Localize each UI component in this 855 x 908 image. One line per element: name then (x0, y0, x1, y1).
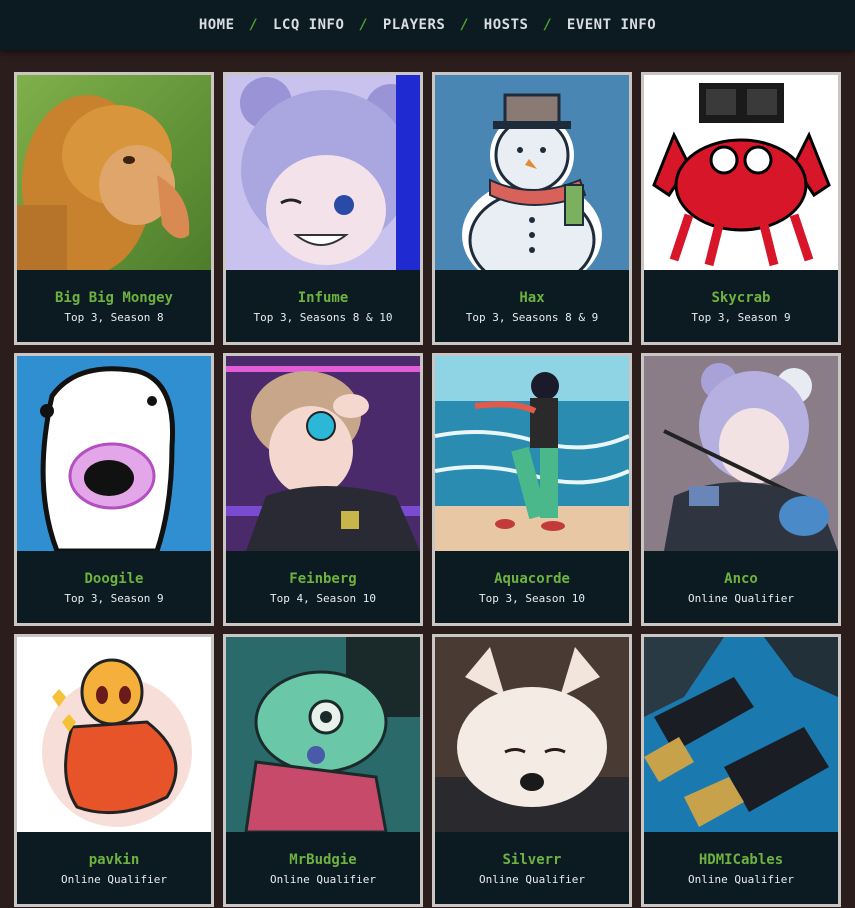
player-card[interactable]: Aquacorde Top 3, Season 10 (432, 353, 632, 626)
player-info: Infume Top 3, Seasons 8 & 10 (226, 270, 420, 342)
white-dog-photo (435, 637, 629, 832)
player-info: Hax Top 3, Seasons 8 & 9 (435, 270, 629, 342)
player-info: Doogile Top 3, Season 9 (17, 551, 211, 623)
player-avatar (435, 356, 629, 551)
player-info: pavkin Online Qualifier (17, 832, 211, 904)
player-achievement: Online Qualifier (688, 873, 794, 886)
player-achievement: Online Qualifier (61, 873, 167, 886)
proboscis-monkey-photo (17, 75, 211, 270)
pixel-crab-sunglasses (644, 75, 838, 270)
player-name: Aquacorde (494, 571, 570, 587)
doodle-face-drawing (17, 356, 211, 551)
player-info: Anco Online Qualifier (644, 551, 838, 623)
player-name: Anco (724, 571, 758, 587)
player-name: Hax (519, 290, 545, 306)
player-card[interactable]: Skycrab Top 3, Season 9 (641, 72, 841, 345)
hdmi-cables-photo (644, 637, 838, 832)
player-info: Silverr Online Qualifier (435, 832, 629, 904)
nav-hosts-link[interactable]: HOSTS (482, 17, 531, 33)
nav-separator: / (359, 17, 368, 33)
orange-bird-drawing (17, 637, 211, 832)
player-avatar (226, 356, 420, 551)
nav-players-link[interactable]: PLAYERS (381, 17, 448, 33)
player-achievement: Top 3, Season 9 (64, 592, 164, 605)
nav-home-link[interactable]: HOME (197, 17, 237, 33)
player-name: pavkin (88, 852, 140, 868)
anime-glitch-art (226, 356, 420, 551)
player-info: MrBudgie Online Qualifier (226, 832, 420, 904)
player-achievement: Top 3, Season 8 (64, 311, 164, 324)
player-name: MrBudgie (289, 852, 357, 868)
player-achievement: Top 3, Seasons 8 & 10 (253, 311, 393, 324)
green-bird-drawing (226, 637, 420, 832)
player-avatar (435, 75, 629, 270)
player-achievement: Top 4, Season 10 (270, 592, 376, 605)
player-card[interactable]: pavkin Online Qualifier (14, 634, 214, 907)
nav-lcq-info-link[interactable]: LCQ INFO (271, 17, 346, 33)
player-avatar (226, 75, 420, 270)
player-info: Big Big Mongey Top 3, Season 8 (17, 270, 211, 342)
player-info: Aquacorde Top 3, Season 10 (435, 551, 629, 623)
player-card[interactable]: Infume Top 3, Seasons 8 & 10 (223, 72, 423, 345)
player-name: Big Big Mongey (54, 290, 173, 306)
player-achievement: Online Qualifier (688, 592, 794, 605)
player-name: Doogile (84, 571, 144, 587)
anime-violinist-art (644, 356, 838, 551)
player-grid: Big Big Mongey Top 3, Season 8 Infume To… (14, 72, 841, 907)
nav-separator: / (460, 17, 469, 33)
player-avatar (17, 75, 211, 270)
player-achievement: Top 3, Season 10 (479, 592, 585, 605)
player-avatar (644, 75, 838, 270)
anime-bear-girl-art (226, 75, 420, 270)
beach-walker-art (435, 356, 629, 551)
player-card[interactable]: HDMICables Online Qualifier (641, 634, 841, 907)
player-card[interactable]: Big Big Mongey Top 3, Season 8 (14, 72, 214, 345)
player-avatar (644, 637, 838, 832)
player-name: Infume (297, 290, 349, 306)
player-avatar (226, 637, 420, 832)
snowman-icon (435, 75, 629, 270)
nav-event-info-link[interactable]: EVENT INFO (565, 17, 658, 33)
player-info: HDMICables Online Qualifier (644, 832, 838, 904)
player-card[interactable]: Anco Online Qualifier (641, 353, 841, 626)
player-info: Feinberg Top 4, Season 10 (226, 551, 420, 623)
player-card[interactable]: Hax Top 3, Seasons 8 & 9 (432, 72, 632, 345)
player-achievement: Top 3, Seasons 8 & 9 (465, 311, 599, 324)
nav-separator: / (249, 17, 258, 33)
player-name: Silverr (502, 852, 562, 868)
player-info: Skycrab Top 3, Season 9 (644, 270, 838, 342)
top-navigation: HOME / LCQ INFO / PLAYERS / HOSTS / EVEN… (0, 0, 855, 50)
player-achievement: Online Qualifier (479, 873, 585, 886)
player-name: HDMICables (698, 852, 784, 868)
player-card[interactable]: Silverr Online Qualifier (432, 634, 632, 907)
player-card[interactable]: MrBudgie Online Qualifier (223, 634, 423, 907)
player-avatar (644, 356, 838, 551)
player-achievement: Top 3, Season 9 (691, 311, 791, 324)
player-name: Feinberg (289, 571, 357, 587)
player-achievement: Online Qualifier (270, 873, 376, 886)
player-card[interactable]: Feinberg Top 4, Season 10 (223, 353, 423, 626)
player-card[interactable]: Doogile Top 3, Season 9 (14, 353, 214, 626)
nav-separator: / (543, 17, 552, 33)
player-avatar (17, 356, 211, 551)
player-avatar (435, 637, 629, 832)
player-avatar (17, 637, 211, 832)
player-name: Skycrab (711, 290, 771, 306)
